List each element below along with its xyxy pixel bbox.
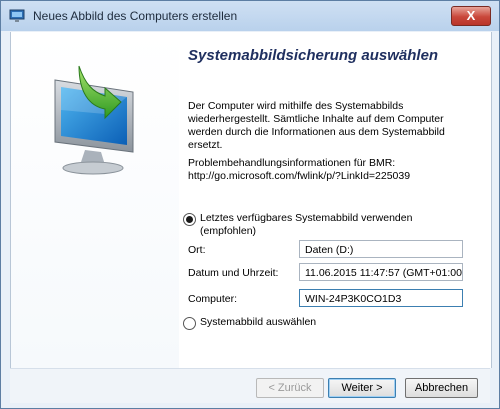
computer-field: WIN-24P3K0CO1D3 [299, 289, 463, 307]
close-button[interactable]: X [451, 6, 491, 26]
radio-latest-label: Letztes verfügbares Systemabbild verwend… [200, 212, 413, 237]
location-label: Ort: [188, 244, 206, 256]
location-field: Daten (D:) [299, 240, 463, 258]
button-bar: < Zurück Weiter > Abbrechen [10, 368, 490, 403]
next-button[interactable]: Weiter > [328, 378, 396, 398]
monitor-icon [9, 9, 25, 22]
dialog-content: Systemabbildsicherung auswählen Der Comp… [10, 32, 492, 368]
sidebar-illustration [11, 32, 179, 368]
datetime-label: Datum und Uhrzeit: [188, 267, 279, 279]
option-choose-image[interactable]: Systemabbild auswählen [183, 316, 316, 330]
close-icon: X [466, 8, 476, 23]
description-text: Der Computer wird mithilfe des Systemabb… [188, 100, 445, 151]
back-button[interactable]: < Zurück [256, 378, 324, 398]
cancel-button[interactable]: Abbrechen [405, 378, 478, 398]
title-bar[interactable]: Neues Abbild des Computers erstellen X [1, 1, 499, 31]
info-link[interactable]: http://go.microsoft.com/fwlink/p/?LinkId… [188, 170, 478, 183]
radio-latest[interactable] [183, 213, 196, 226]
computer-restore-icon [54, 65, 134, 175]
window-title: Neues Abbild des Computers erstellen [33, 9, 238, 23]
radio-choose-label: Systemabbild auswählen [200, 316, 317, 328]
computer-label: Computer: [188, 293, 238, 305]
radio-choose[interactable] [183, 317, 196, 330]
datetime-field: 11.06.2015 11:47:57 (GMT+01:00) [299, 263, 463, 281]
info-label: Problembehandlungsinformationen für BMR: [188, 157, 396, 169]
option-latest-image[interactable]: Letztes verfügbares Systemabbild verwend… [183, 212, 423, 238]
dialog-window: Neues Abbild des Computers erstellen X S… [0, 0, 500, 409]
page-heading: Systemabbildsicherung auswählen [188, 47, 439, 64]
